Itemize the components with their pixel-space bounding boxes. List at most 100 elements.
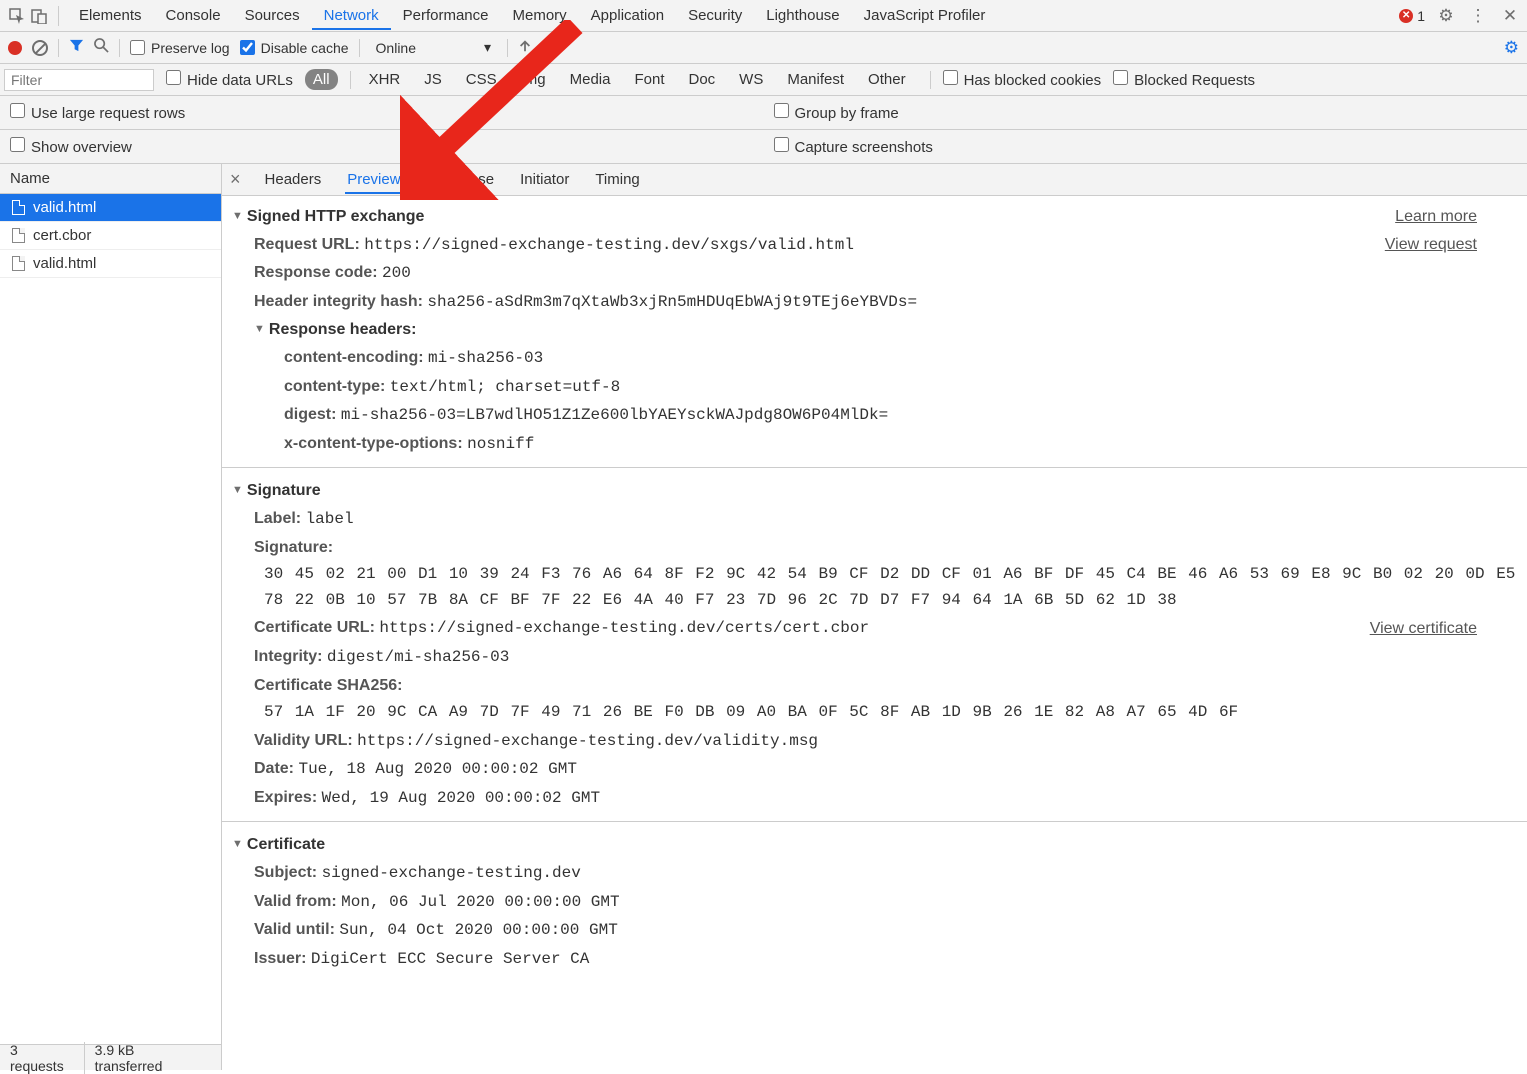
date-key: Date: xyxy=(254,760,294,777)
gear-icon[interactable]: ⚙ xyxy=(1435,5,1457,27)
kebab-icon[interactable]: ⋮ xyxy=(1467,5,1489,27)
detail-pane: × Headers Preview Response Initiator Tim… xyxy=(222,164,1527,1048)
content-type-key: content-type: xyxy=(284,378,385,395)
issuer-key: Issuer: xyxy=(254,950,306,967)
preserve-log-label: Preserve log xyxy=(151,40,230,56)
type-img[interactable]: Img xyxy=(515,69,552,90)
tab-memory[interactable]: Memory xyxy=(501,1,579,30)
cert-sha-value: 57 1A 1F 20 9C CA A9 7D 7F 49 71 26 BE F… xyxy=(254,700,1517,726)
type-all[interactable]: All xyxy=(305,69,338,90)
tab-sources[interactable]: Sources xyxy=(233,1,312,30)
tab-jsprofiler[interactable]: JavaScript Profiler xyxy=(852,1,998,30)
date-value: Tue, 18 Aug 2020 00:00:02 GMT xyxy=(298,760,576,778)
certificate-section-title[interactable]: Certificate xyxy=(232,832,1517,858)
error-badge[interactable]: ✕ 1 xyxy=(1399,8,1425,24)
download-har-icon[interactable] xyxy=(542,39,556,56)
content-encoding-value: mi-sha256-03 xyxy=(428,349,543,367)
sig-label-value: label xyxy=(306,510,354,528)
tab-lighthouse[interactable]: Lighthouse xyxy=(754,1,851,30)
tab-elements[interactable]: Elements xyxy=(67,1,154,30)
subtab-response[interactable]: Response xyxy=(425,165,497,194)
status-transferred: 3.9 kB transferred xyxy=(85,1042,213,1074)
sig-label-key: Label: xyxy=(254,510,301,527)
error-count: 1 xyxy=(1417,8,1425,24)
file-icon xyxy=(12,256,25,271)
integrity-key: Integrity: xyxy=(254,648,322,665)
type-doc[interactable]: Doc xyxy=(682,69,721,90)
type-ws[interactable]: WS xyxy=(733,69,769,90)
valid-until-value: Sun, 04 Oct 2020 00:00:00 GMT xyxy=(339,921,617,939)
valid-from-value: Mon, 06 Jul 2020 00:00:00 GMT xyxy=(341,893,619,911)
tab-security[interactable]: Security xyxy=(676,1,754,30)
subtab-headers[interactable]: Headers xyxy=(263,165,324,194)
header-integrity-key: Header integrity hash: xyxy=(254,293,423,310)
devtools-top-tabs: Elements Console Sources Network Perform… xyxy=(0,0,1527,32)
blocked-cookies-label: Has blocked cookies xyxy=(964,72,1102,89)
blocked-requests-checkbox[interactable]: Blocked Requests xyxy=(1113,70,1255,89)
upload-har-icon[interactable] xyxy=(518,39,532,56)
group-frame-checkbox[interactable]: Group by frame xyxy=(774,103,899,122)
cert-url-key: Certificate URL: xyxy=(254,619,375,636)
tab-performance[interactable]: Performance xyxy=(391,1,501,30)
record-button[interactable] xyxy=(8,41,22,55)
request-list: Name valid.html cert.cbor valid.html xyxy=(0,164,222,1048)
inspect-icon[interactable] xyxy=(6,5,28,27)
type-css[interactable]: CSS xyxy=(460,69,503,90)
column-name-header[interactable]: Name xyxy=(0,164,221,194)
type-font[interactable]: Font xyxy=(628,69,670,90)
valid-until-key: Valid until: xyxy=(254,921,335,938)
device-toggle-icon[interactable] xyxy=(28,5,50,27)
subtab-preview[interactable]: Preview xyxy=(345,165,402,194)
search-icon[interactable] xyxy=(94,38,109,57)
network-toolbar: Preserve log Disable cache Online ▾ ⚙ xyxy=(0,32,1527,64)
tab-network[interactable]: Network xyxy=(312,1,391,30)
close-details-icon[interactable]: × xyxy=(230,169,241,190)
response-headers-title[interactable]: Response headers: xyxy=(232,317,1517,343)
integrity-value: digest/mi-sha256-03 xyxy=(327,648,509,666)
validity-url-key: Validity URL: xyxy=(254,732,353,749)
tab-application[interactable]: Application xyxy=(579,1,676,30)
filter-input[interactable] xyxy=(4,69,154,91)
show-overview-checkbox[interactable]: Show overview xyxy=(10,137,132,156)
type-other[interactable]: Other xyxy=(862,69,912,90)
content-type-value: text/html; charset=utf-8 xyxy=(390,378,620,396)
signature-key: Signature: xyxy=(254,539,333,556)
type-xhr[interactable]: XHR xyxy=(363,69,407,90)
hide-data-urls-checkbox[interactable]: Hide data URLs xyxy=(166,70,293,89)
request-row[interactable]: cert.cbor xyxy=(0,222,221,250)
type-manifest[interactable]: Manifest xyxy=(781,69,850,90)
request-row[interactable]: valid.html xyxy=(0,194,221,222)
large-rows-label: Use large request rows xyxy=(31,105,185,122)
filter-toggle-icon[interactable] xyxy=(69,38,84,58)
capture-screenshots-checkbox[interactable]: Capture screenshots xyxy=(774,137,933,156)
view-request-link[interactable]: View request xyxy=(1385,232,1477,258)
large-rows-checkbox[interactable]: Use large request rows xyxy=(10,103,185,122)
valid-from-key: Valid from: xyxy=(254,893,337,910)
request-row[interactable]: valid.html xyxy=(0,250,221,278)
subtab-timing[interactable]: Timing xyxy=(593,165,641,194)
filter-bar: Hide data URLs All XHR JS CSS Img Media … xyxy=(0,64,1527,96)
sxg-section-title[interactable]: Signed HTTP exchange xyxy=(232,204,424,230)
group-frame-label: Group by frame xyxy=(795,105,899,122)
signature-section-title[interactable]: Signature xyxy=(232,478,1517,504)
disable-cache-checkbox[interactable]: Disable cache xyxy=(240,40,349,56)
subtab-initiator[interactable]: Initiator xyxy=(518,165,571,194)
response-code-key: Response code: xyxy=(254,264,378,281)
content-encoding-key: content-encoding: xyxy=(284,349,424,366)
clear-icon[interactable] xyxy=(32,40,48,56)
blocked-cookies-checkbox[interactable]: Has blocked cookies xyxy=(943,70,1102,89)
type-js[interactable]: JS xyxy=(418,69,448,90)
view-certificate-link[interactable]: View certificate xyxy=(1370,616,1477,642)
subject-value: signed-exchange-testing.dev xyxy=(322,864,581,882)
show-overview-label: Show overview xyxy=(31,139,132,156)
learn-more-link[interactable]: Learn more xyxy=(1395,204,1477,230)
xcto-key: x-content-type-options: xyxy=(284,435,463,452)
network-settings-icon[interactable]: ⚙ xyxy=(1504,38,1519,58)
throttling-select[interactable]: Online ▾ xyxy=(370,39,498,56)
preserve-log-checkbox[interactable]: Preserve log xyxy=(130,40,230,56)
type-media[interactable]: Media xyxy=(564,69,617,90)
close-icon[interactable]: ✕ xyxy=(1499,5,1521,27)
request-name: cert.cbor xyxy=(33,227,91,244)
tab-console[interactable]: Console xyxy=(154,1,233,30)
file-icon xyxy=(12,200,25,215)
